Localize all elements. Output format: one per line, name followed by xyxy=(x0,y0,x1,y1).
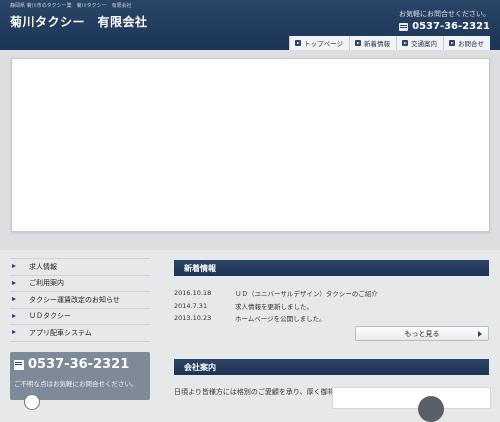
sidebar-item-label: ＵＤタクシー xyxy=(29,312,71,321)
sidebar-item-ud-taxi[interactable]: ＵＤタクシー xyxy=(10,309,150,325)
list-item[interactable]: 2016.10.18 ＵＤ（ユニバーサルデザイン）タクシーのご紹介 xyxy=(174,287,489,300)
phone-icon xyxy=(14,359,24,370)
nav-item-label: お問合せ xyxy=(458,40,484,48)
list-item[interactable]: 2014.7.31 求人情報を更新しました。 xyxy=(174,300,489,313)
nav-item-label: 交通案内 xyxy=(411,40,437,48)
news-title: ホームページを公開しました。 xyxy=(235,315,326,324)
sidebar-item-label: 求人情報 xyxy=(29,262,57,271)
company-photo xyxy=(332,387,491,422)
call-box-note: ご不明な点はお気軽にお問合せください。 xyxy=(14,380,138,388)
hero-image-area xyxy=(11,58,490,232)
call-box-phone-number: 0537-36-2321 xyxy=(28,357,130,372)
arrow-right-icon xyxy=(402,40,408,46)
nav-item-access[interactable]: 交通案内 xyxy=(396,36,443,51)
arrow-right-icon xyxy=(12,264,16,268)
company-logo-title[interactable]: 菊川タクシー 有限会社 xyxy=(10,13,148,30)
nav-item-label: トップページ xyxy=(304,40,343,48)
call-box[interactable]: 0537-36-2321 ご不明な点はお気軽にお問合せください。 xyxy=(10,352,150,410)
sidebar-item-fare[interactable]: タクシー運賃改定のお知らせ xyxy=(10,292,150,309)
arrow-right-icon xyxy=(295,40,302,46)
news-more-button[interactable]: もっと見る xyxy=(355,326,489,341)
chevron-right-icon xyxy=(478,331,482,337)
sidebar-menu: 求人情報 ご利用案内 タクシー運賃改定のお知らせ ＵＤタクシー アプリ配車システ… xyxy=(10,258,150,342)
sidebar-item-recruit[interactable]: 求人情報 xyxy=(10,258,150,276)
site-header: 静岡県 菊川市のタクシー業 菊川タクシー 有限会社 菊川タクシー 有限会社 お気… xyxy=(0,0,500,51)
sidebar: 求人情報 ご利用案内 タクシー運賃改定のお知らせ ＵＤタクシー アプリ配車システ… xyxy=(10,258,150,342)
sidebar-item-label: ご利用案内 xyxy=(29,279,64,288)
badge-icon xyxy=(24,394,40,410)
more-button-label: もっと見る xyxy=(404,329,440,338)
news-heading: 新着情報 xyxy=(174,260,489,276)
arrow-right-icon xyxy=(12,330,16,334)
news-list: 2016.10.18 ＵＤ（ユニバーサルデザイン）タクシーのご紹介 2014.7… xyxy=(174,287,489,325)
sidebar-item-app[interactable]: アプリ配車システム xyxy=(10,325,150,342)
list-item[interactable]: 2013.10.23 ホームページを公開しました。 xyxy=(174,312,489,325)
phone-icon xyxy=(399,22,409,31)
news-date: 2013.10.23 xyxy=(174,314,212,323)
sidebar-item-usage[interactable]: ご利用案内 xyxy=(10,276,150,292)
arrow-right-icon xyxy=(12,313,16,318)
news-title: 求人情報を更新しました。 xyxy=(235,302,313,311)
news-date: 2014.7.31 xyxy=(174,301,208,310)
nav-item-news[interactable]: 新着情報 xyxy=(349,36,396,51)
nav-item-top[interactable]: トップページ xyxy=(289,36,349,51)
global-nav: トップページ 新着情報 交通案内 お問合せ xyxy=(289,36,490,51)
site-tagline: 静岡県 菊川市のタクシー業 菊川タクシー 有限会社 xyxy=(10,3,132,9)
arrow-right-icon xyxy=(12,280,16,285)
nav-item-contact[interactable]: お問合せ xyxy=(443,36,490,51)
sidebar-item-label: タクシー運賃改定のお知らせ xyxy=(29,295,120,304)
contact-note: お気軽にお問合せください。 xyxy=(399,10,490,18)
sidebar-item-label: アプリ配車システム xyxy=(29,328,92,337)
arrow-right-icon xyxy=(449,40,455,46)
news-date: 2016.10.18 xyxy=(174,289,212,298)
about-heading: 会社案内 xyxy=(174,359,489,375)
header-phone-number: 0537-36-2321 xyxy=(412,21,490,32)
arrow-right-icon xyxy=(12,297,16,301)
call-box-phone: 0537-36-2321 xyxy=(14,357,129,372)
arrow-right-icon xyxy=(355,40,361,46)
header-phone[interactable]: 0537-36-2321 xyxy=(399,21,490,32)
about-text: 日頃より皆様方には格別のご愛顧を承り、厚く御礼 xyxy=(174,388,335,396)
nav-item-label: 新着情報 xyxy=(364,40,390,48)
news-title: ＵＤ（ユニバーサルデザイン）タクシーのご紹介 xyxy=(235,290,378,299)
